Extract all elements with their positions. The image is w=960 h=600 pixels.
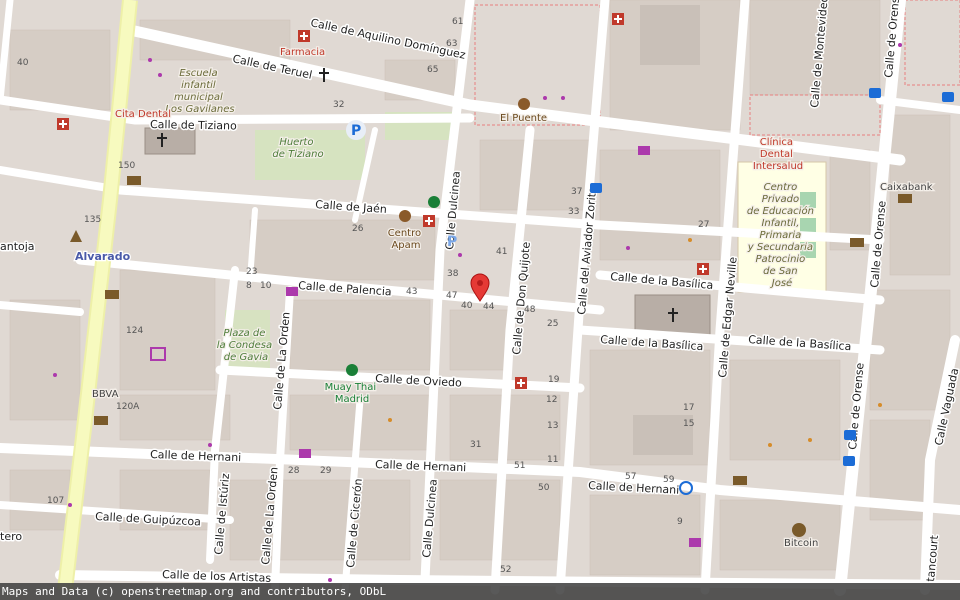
svg-text:13: 13: [547, 421, 558, 431]
svg-text:44: 44: [483, 302, 495, 312]
parking-icon[interactable]: P: [447, 234, 457, 250]
svg-text:28: 28: [288, 466, 300, 476]
map-pin-icon: [477, 280, 483, 286]
svg-text:17: 17: [683, 403, 694, 413]
svg-text:41: 41: [496, 247, 507, 257]
svg-text:32: 32: [333, 100, 344, 110]
parking-icon[interactable]: P: [346, 120, 366, 140]
svg-text:40: 40: [17, 58, 29, 68]
pharmacy-icon[interactable]: [515, 377, 527, 389]
bank-icon[interactable]: [898, 194, 912, 203]
svg-text:50: 50: [538, 483, 550, 493]
bitcoin-icon[interactable]: [792, 523, 806, 537]
shopping-cart-icon[interactable]: [638, 146, 650, 155]
svg-text:59: 59: [663, 475, 675, 485]
bank-icon[interactable]: [127, 176, 141, 185]
svg-text:27: 27: [698, 220, 709, 230]
bank-icon[interactable]: [94, 416, 108, 425]
svg-text:51: 51: [514, 461, 525, 471]
map-view[interactable]: Calle de Aquilino Domínguez Calle de Ter…: [0, 0, 960, 600]
plaza-label: Plaza de la Condesa de Gavia: [217, 328, 276, 363]
svg-text:29: 29: [320, 466, 332, 476]
street-label-antoja: antoja: [0, 240, 35, 253]
svg-text:11: 11: [547, 455, 558, 465]
svg-text:12: 12: [546, 395, 557, 405]
svg-text:19: 19: [548, 375, 560, 385]
bus-stop-icon[interactable]: [844, 430, 856, 440]
bus-stop-icon[interactable]: [942, 92, 954, 102]
street-label-tiziano: Calle de Tiziano: [150, 118, 237, 133]
svg-text:26: 26: [352, 224, 364, 234]
bus-stop-icon[interactable]: [869, 88, 881, 98]
svg-text:135: 135: [84, 215, 101, 225]
map-attribution: Maps and Data (c) openstreetmap.org and …: [0, 583, 960, 600]
svg-text:65: 65: [427, 65, 438, 75]
svg-text:P: P: [351, 123, 361, 139]
pharmacy-icon[interactable]: [697, 263, 709, 275]
bbva-label: BBVA: [92, 389, 119, 400]
svg-text:25: 25: [547, 319, 558, 329]
svg-text:40: 40: [461, 301, 473, 311]
svg-text:31: 31: [470, 440, 481, 450]
svg-text:8: 8: [246, 281, 252, 291]
sports-icon: [346, 364, 358, 376]
svg-text:120A: 120A: [116, 402, 140, 412]
farmacia-label: Farmacia: [280, 47, 325, 58]
bitcoin-label: Bitcoin: [784, 538, 818, 549]
street-label-tero: tero: [0, 530, 22, 543]
el-puente-label: El Puente: [500, 113, 547, 124]
svg-text:61: 61: [452, 17, 463, 27]
sports-icon: [428, 196, 440, 208]
bus-stop-icon[interactable]: [843, 456, 855, 466]
alvarado-label: Alvarado: [75, 250, 131, 263]
caixabank-label: Caixabank: [880, 182, 933, 193]
huerto-label: Huerto de Tiziano: [272, 137, 323, 160]
bank-icon[interactable]: [733, 476, 747, 485]
svg-text:57: 57: [625, 472, 636, 482]
svg-text:43: 43: [406, 287, 417, 297]
svg-text:9: 9: [677, 517, 683, 527]
shopping-cart-icon[interactable]: [689, 538, 701, 547]
svg-text:33: 33: [568, 207, 579, 217]
shopping-cart-icon[interactable]: [286, 287, 298, 296]
svg-text:150: 150: [118, 161, 135, 171]
svg-text:15: 15: [683, 419, 694, 429]
shopping-cart-icon[interactable]: [299, 449, 311, 458]
svg-text:47: 47: [446, 291, 457, 301]
centro-apam-label: Centro Apam: [388, 228, 425, 251]
svg-text:38: 38: [447, 269, 459, 279]
bank-icon[interactable]: [850, 238, 864, 247]
theatre-icon: [518, 98, 530, 110]
svg-text:52: 52: [500, 565, 511, 575]
map-canvas: Calle de Aquilino Domínguez Calle de Ter…: [0, 0, 960, 600]
svg-text:124: 124: [126, 326, 143, 336]
bus-stop-icon[interactable]: [590, 183, 602, 193]
church-building: [144, 127, 196, 155]
pharmacy-icon[interactable]: [423, 215, 435, 227]
pharmacy-icon[interactable]: [57, 118, 69, 130]
svg-text:107: 107: [47, 496, 64, 506]
svg-text:48: 48: [524, 305, 536, 315]
svg-text:10: 10: [260, 281, 272, 291]
svg-text:37: 37: [571, 187, 582, 197]
svg-text:P: P: [447, 234, 457, 250]
pharmacy-icon[interactable]: [612, 13, 624, 25]
svg-text:23: 23: [246, 267, 257, 277]
bank-icon[interactable]: [105, 290, 119, 299]
building-gray: [640, 5, 700, 65]
community-centre-icon: [399, 210, 411, 222]
svg-text:63: 63: [446, 39, 457, 49]
clinica-label: Clínica Dental Intersalud: [753, 136, 803, 172]
pharmacy-icon[interactable]: [298, 30, 310, 42]
cita-dental-label: Cita Dental: [115, 109, 171, 120]
